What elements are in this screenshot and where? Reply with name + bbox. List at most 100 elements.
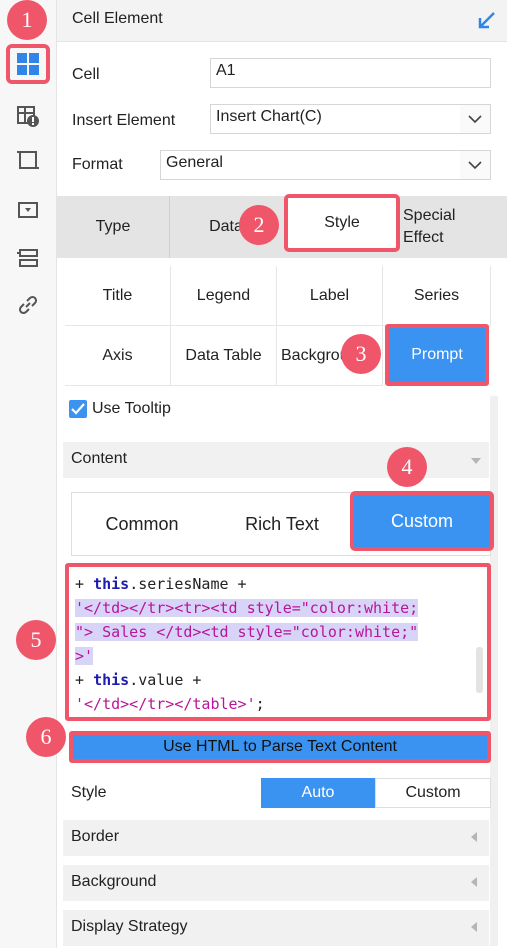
code-token: .seriesName +: [129, 575, 247, 593]
step-marker-2: 2: [239, 205, 279, 245]
grid-tab-title-label: Title: [102, 286, 133, 304]
style-category-grid: Title Legend Label Series Axis Data Tabl…: [65, 266, 491, 386]
use-html-parse-label: Use HTML to Parse Text Content: [163, 738, 397, 755]
grid-tab-data-table[interactable]: Data Table: [171, 326, 277, 386]
code-keyword: this: [93, 671, 130, 689]
triangle-down-icon: [471, 458, 481, 464]
checkmark-icon: [71, 403, 85, 415]
panel-header: Cell Element: [57, 0, 507, 42]
collapse-arrow-icon[interactable]: [477, 10, 497, 30]
border-section-header[interactable]: Border: [63, 820, 489, 856]
code-string: '</td></tr><tr><td style="color:white;: [75, 599, 419, 617]
border-section-label: Border: [71, 828, 120, 845]
step-marker-1: 1: [7, 0, 47, 40]
cell-label: Cell: [72, 66, 100, 83]
chevron-down-icon: [460, 151, 490, 179]
cell-element-button[interactable]: [6, 44, 50, 84]
triangle-left-icon: [471, 922, 477, 932]
panel-title: Cell Element: [72, 10, 163, 27]
float-element-icon: [17, 151, 39, 169]
tab-style[interactable]: Style: [284, 194, 400, 252]
grid-tab-axis-label: Axis: [102, 346, 133, 364]
style-custom-label: Custom: [405, 784, 461, 801]
format-value: General: [166, 154, 223, 171]
style-custom-button[interactable]: Custom: [375, 778, 491, 808]
widget-button[interactable]: [6, 190, 50, 230]
form-button[interactable]: [6, 238, 50, 278]
content-type-tabs: Common Rich Text Custom: [71, 491, 494, 556]
code-token: +: [75, 575, 94, 593]
custom-code-editor[interactable]: + this.seriesName + '</td></tr><tr><td s…: [65, 563, 491, 721]
tab-style-label: Style: [324, 214, 360, 231]
triangle-left-icon: [471, 832, 477, 842]
grid-tab-series[interactable]: Series: [383, 266, 491, 326]
content-tab-common-label: Common: [105, 513, 179, 534]
step-marker-5: 5: [16, 620, 56, 660]
float-element-button[interactable]: [6, 140, 50, 180]
display-strategy-section-label: Display Strategy: [71, 918, 188, 935]
style-label: Style: [71, 784, 107, 801]
code-line-5: + this.value +: [75, 668, 481, 692]
triangle-left-icon: [471, 877, 477, 887]
grid-tab-legend-label: Legend: [196, 286, 251, 304]
widget-icon: [18, 202, 38, 218]
cell-input-value: A1: [216, 62, 236, 79]
code-token: +: [75, 671, 94, 689]
code-line-3: "> Sales </td><td style="color:white;": [75, 620, 481, 644]
cell-attribute-button[interactable]: [6, 96, 50, 136]
grid-tab-prompt[interactable]: Prompt: [385, 324, 489, 386]
use-tooltip-checkbox[interactable]: [69, 400, 87, 418]
code-string: >': [75, 647, 94, 665]
code-string: "> Sales </td><td style="color:white;": [75, 623, 419, 641]
chevron-down-icon: [460, 105, 490, 133]
tab-special-effect[interactable]: Special Effect: [403, 196, 493, 258]
format-select[interactable]: General: [160, 150, 491, 180]
code-line-1: + this.seriesName +: [75, 572, 481, 596]
display-strategy-section-header[interactable]: Display Strategy: [63, 910, 489, 946]
grid-tab-prompt-label: Prompt: [411, 346, 463, 363]
content-tab-custom[interactable]: Custom: [350, 491, 494, 551]
code-scrollbar-thumb[interactable]: [476, 647, 483, 693]
left-sidebar: [0, 0, 57, 948]
tab-type[interactable]: Type: [57, 196, 169, 258]
code-token: ;: [255, 695, 265, 713]
content-tab-rich-text[interactable]: Rich Text: [212, 493, 352, 555]
main-tabs: Type Data Style Special Effect: [57, 194, 507, 258]
use-tooltip-row[interactable]: Use Tooltip: [69, 400, 171, 418]
code-line-2: '</td></tr><tr><td style="color:white;: [75, 596, 481, 620]
cell-input[interactable]: A1: [210, 58, 491, 88]
step-marker-6: 6: [26, 717, 66, 757]
cell-element-panel: Cell Element Cell A1 Insert Element Inse…: [57, 0, 507, 948]
hyperlink-button[interactable]: [6, 285, 50, 325]
content-tab-common[interactable]: Common: [72, 493, 212, 555]
step-marker-4: 4: [387, 447, 427, 487]
background-section-label: Background: [71, 873, 157, 890]
code-line-6: '</td></tr></table>';: [75, 692, 481, 716]
use-html-parse-button[interactable]: Use HTML to Parse Text Content: [69, 731, 491, 763]
code-token: .value +: [129, 671, 202, 689]
format-label: Format: [72, 156, 123, 173]
content-tab-rich-text-label: Rich Text: [245, 513, 319, 534]
grid-tab-data-table-label: Data Table: [185, 346, 262, 364]
hyperlink-icon: [18, 295, 38, 315]
grid-tab-label[interactable]: Label: [277, 266, 383, 326]
tab-type-label: Type: [95, 218, 131, 235]
tab-special-effect-label: Special Effect: [403, 207, 456, 246]
cell-element-icon: [17, 53, 39, 75]
insert-element-label: Insert Element: [72, 112, 176, 129]
insert-element-select[interactable]: Insert Chart(C): [210, 104, 491, 134]
grid-tab-title[interactable]: Title: [65, 266, 171, 326]
code-keyword: this: [93, 575, 130, 593]
tab-data-label: Data: [209, 218, 243, 235]
cell-attribute-icon: [17, 106, 39, 127]
style-auto-button[interactable]: Auto: [261, 778, 375, 808]
grid-tab-legend[interactable]: Legend: [171, 266, 277, 326]
form-icon: [17, 249, 38, 267]
background-section-header[interactable]: Background: [63, 865, 489, 901]
panel-scrollbar[interactable]: [490, 396, 498, 946]
code-string: '</td></tr></table>': [75, 695, 256, 713]
grid-tab-series-label: Series: [413, 286, 460, 304]
style-auto-label: Auto: [301, 784, 335, 801]
grid-tab-axis[interactable]: Axis: [65, 326, 171, 386]
insert-element-value: Insert Chart(C): [216, 108, 322, 125]
